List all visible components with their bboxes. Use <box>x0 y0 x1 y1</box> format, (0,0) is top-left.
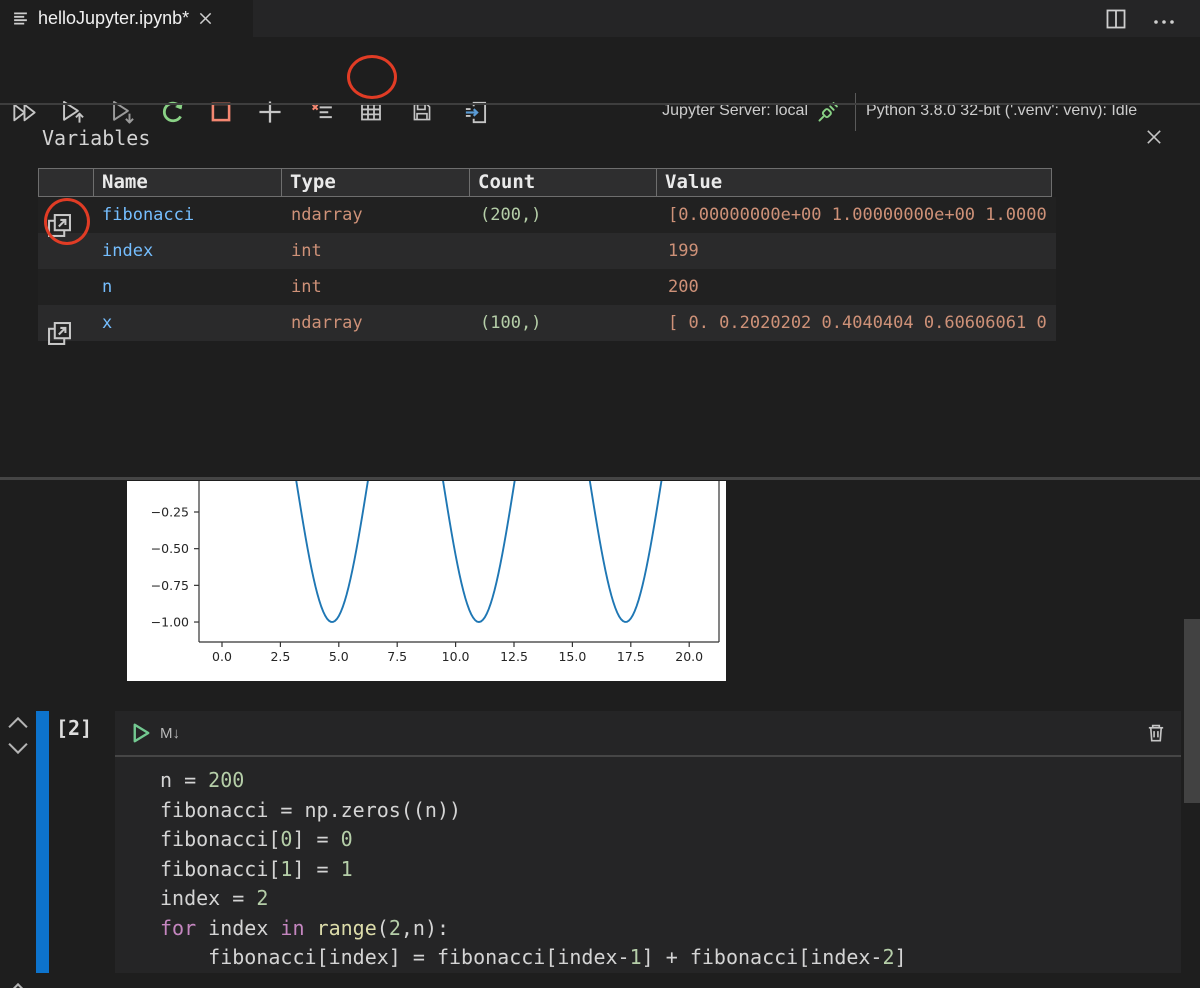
svg-text:0.0: 0.0 <box>212 649 232 664</box>
open-in-data-viewer-icon[interactable] <box>46 320 94 347</box>
more-actions-icon[interactable] <box>1152 10 1176 34</box>
variables-icon[interactable] <box>352 90 390 134</box>
variable-type: int <box>283 277 472 297</box>
code-line: fibonacci[0] = 0 <box>160 825 907 855</box>
svg-text:5.0: 5.0 <box>329 649 349 664</box>
code-line: fibonacci[1] = 1 <box>160 855 907 885</box>
panel-sash[interactable] <box>0 477 1200 480</box>
tab-bar: helloJupyter.ipynb* <box>0 0 1200 37</box>
svg-text:20.0: 20.0 <box>675 649 703 664</box>
svg-text:15.0: 15.0 <box>558 649 586 664</box>
code-line: for index in range(2,n): <box>160 914 907 944</box>
svg-text:12.5: 12.5 <box>500 649 528 664</box>
column-header-type: Type <box>281 168 470 197</box>
variable-count: (200,) <box>472 205 660 225</box>
svg-text:−0.25: −0.25 <box>151 505 189 520</box>
active-cell-indicator[interactable] <box>36 711 49 973</box>
table-row: x ndarray (100,) [ 0. 0.2020202 0.404040… <box>38 305 1056 341</box>
variable-count: (100,) <box>472 313 660 333</box>
variable-name: x <box>94 313 283 333</box>
chevron-up-icon-partial[interactable] <box>6 979 30 988</box>
variable-value: [0.00000000e+00 1.00000000e+00 1.0000 <box>660 205 1056 225</box>
svg-text:−1.00: −1.00 <box>151 615 189 630</box>
variables-close-icon[interactable] <box>1142 125 1166 149</box>
variable-value: 199 <box>660 241 1056 261</box>
chevron-up-icon[interactable] <box>6 713 30 731</box>
code-line: fibonacci = np.zeros((n)) <box>160 796 907 826</box>
variable-name: n <box>94 277 283 297</box>
table-row: index int 199 <box>38 233 1056 269</box>
code-editor[interactable]: n = 200fibonacci = np.zeros((n))fibonacc… <box>160 766 907 973</box>
svg-text:−0.50: −0.50 <box>151 541 189 556</box>
restart-kernel-icon[interactable] <box>153 90 191 134</box>
variable-name: fibonacci <box>94 205 283 225</box>
svg-text:2.5: 2.5 <box>270 649 290 664</box>
status-divider <box>855 93 856 131</box>
open-in-data-viewer-icon[interactable] <box>46 212 94 239</box>
notebook-toolbar: Jupyter Server: local Python 3.8.0 32-bi… <box>0 37 1200 103</box>
tab-hellojupyter[interactable]: helloJupyter.ipynb* <box>0 0 253 37</box>
svg-text:−0.75: −0.75 <box>151 578 189 593</box>
run-all-icon[interactable] <box>5 90 43 134</box>
variable-type: ndarray <box>283 205 472 225</box>
add-cell-icon[interactable] <box>251 90 289 134</box>
toolbar-divider <box>0 103 1200 105</box>
svg-text:17.5: 17.5 <box>617 649 645 664</box>
export-icon[interactable] <box>457 90 495 134</box>
split-editor-icon[interactable] <box>1104 7 1128 31</box>
code-line: index = 2 <box>160 884 907 914</box>
svg-text:10.0: 10.0 <box>442 649 470 664</box>
interrupt-kernel-icon[interactable] <box>202 90 240 134</box>
code-line: fibonacci[index] = fibonacci[index-1] + … <box>160 943 907 973</box>
cell-toolbar: M↓ <box>115 711 1181 755</box>
code-cell: M↓ n = 200fibonacci = np.zeros((n))fibon… <box>115 711 1181 973</box>
execution-count: [2] <box>56 716 92 740</box>
clear-outputs-icon[interactable] <box>303 90 341 134</box>
variable-type: int <box>283 241 472 261</box>
cell-toolbar-divider <box>115 755 1181 757</box>
variable-name: index <box>94 241 283 261</box>
variable-type: ndarray <box>283 313 472 333</box>
column-header-count: Count <box>469 168 657 197</box>
vscode-window: helloJupyter.ipynb* <box>0 0 1200 988</box>
column-header-name: Name <box>93 168 282 197</box>
chevron-down-icon[interactable] <box>6 739 30 757</box>
code-line: n = 200 <box>160 766 907 796</box>
scrollbar-thumb[interactable] <box>1184 619 1200 803</box>
table-row: fibonacci ndarray (200,) [0.00000000e+00… <box>38 197 1056 233</box>
svg-text:7.5: 7.5 <box>387 649 407 664</box>
variable-value: [ 0. 0.2020202 0.4040404 0.60606061 0 <box>660 313 1056 333</box>
variable-value: 200 <box>660 277 1056 297</box>
variables-table: Name Type Count Value fibonacci ndarray … <box>38 168 1056 341</box>
variables-table-header: Name Type Count Value <box>38 168 1056 197</box>
column-header-value: Value <box>656 168 1052 197</box>
variables-panel-title: Variables <box>42 126 150 150</box>
delete-cell-icon[interactable] <box>1145 721 1167 745</box>
table-row: n int 200 <box>38 269 1056 305</box>
notebook-file-icon <box>12 10 29 27</box>
run-cell-icon[interactable] <box>128 721 152 745</box>
variables-rows: fibonacci ndarray (200,) [0.00000000e+00… <box>38 197 1056 341</box>
markdown-toggle[interactable]: M↓ <box>160 725 180 742</box>
save-icon[interactable] <box>403 90 441 134</box>
tab-title: helloJupyter.ipynb* <box>38 8 189 29</box>
plot-svg: 0.0 2.5 5.0 7.5 10.0 12.5 15.0 17.5 20.0 −0.25 −0.… <box>127 481 726 681</box>
tab-close-icon[interactable] <box>198 11 213 26</box>
matplotlib-output-image: 0.0 2.5 5.0 7.5 10.0 12.5 15.0 17.5 20.0 −0.25 −0.… <box>127 481 726 681</box>
